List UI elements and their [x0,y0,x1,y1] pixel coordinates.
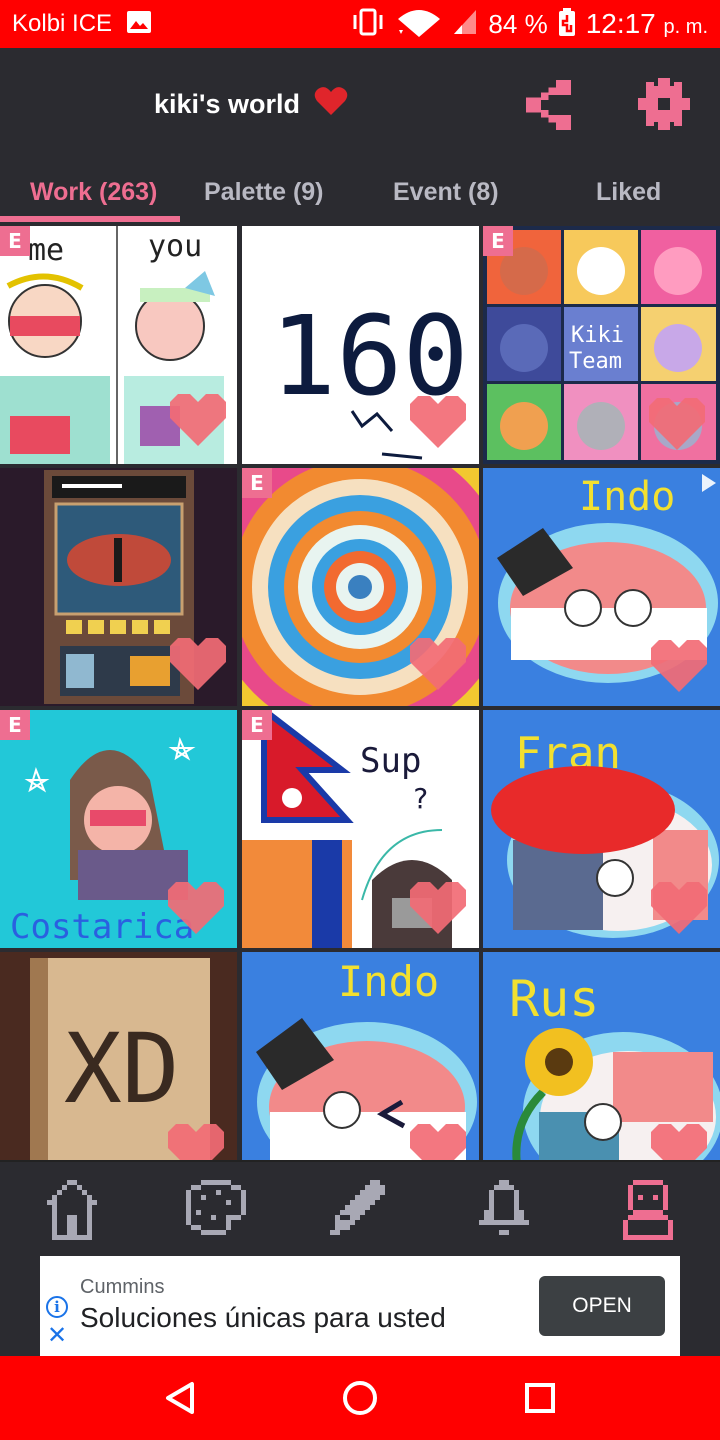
ad-headline: Soluciones únicas para usted [80,1302,446,1333]
artwork-text: Indo [338,957,439,1006]
share-button[interactable] [526,80,576,130]
palette-icon [186,1180,246,1235]
artwork-text-me: me [28,233,64,268]
recents-icon [525,1383,555,1413]
ad-advertiser: Cummins [80,1276,165,1298]
status-bar: Kolbi ICE 84 % 12:17 p. m. [0,0,720,48]
artwork-text: Rus [509,970,599,1028]
event-badge: E [0,710,30,740]
tab-label: Palette [204,178,286,206]
battery-percent: 84 % [488,8,548,39]
artwork-tile[interactable]: Rus [483,952,720,1160]
artwork-tile[interactable]: XD [0,952,237,1160]
ad-banner-container: i ✕ Cummins Soluciones únicas para usted… [0,1256,720,1356]
pencil-icon [330,1180,385,1235]
like-heart-icon[interactable] [410,882,466,934]
tab-label: Event [393,178,462,206]
artwork-tile[interactable] [0,468,237,706]
gear-icon [638,78,690,130]
tab-palette[interactable]: Palette (9) [204,178,324,207]
battery-charging-icon [558,7,576,41]
bell-icon [479,1180,529,1235]
nav-draw-button[interactable] [330,1180,390,1240]
artwork-tile[interactable]: Kiki Team E [483,226,720,464]
tab-liked[interactable]: Liked [596,178,661,207]
clock: 12:17 p. m. [586,8,708,40]
artwork-text-team: Team [569,349,622,374]
event-badge: E [242,710,272,740]
nav-notifications-button[interactable] [474,1180,534,1240]
artwork-tile[interactable]: E [242,468,479,706]
image-icon [126,10,152,39]
artwork-text-question: ? [412,782,429,815]
carrier-name: Kolbi ICE [12,10,113,37]
artwork-tile[interactable]: Fran [483,710,720,948]
system-back-button[interactable] [160,1378,200,1418]
like-heart-icon[interactable] [651,640,707,692]
heart-icon [314,86,348,123]
back-icon [166,1382,194,1414]
tab-event[interactable]: Event (8) [393,178,499,207]
like-heart-icon[interactable] [170,638,226,690]
artwork-text: XD [64,1013,180,1125]
system-navigation-bar [0,1356,720,1440]
event-badge: E [0,226,30,256]
play-icon [702,474,716,492]
profile-icon [623,1180,673,1240]
tab-label: Work [30,178,93,206]
home-icon [47,1180,97,1240]
bottom-navigation [0,1160,720,1256]
artwork-text: Indo [579,474,675,520]
artwork-tile[interactable]: Indo [483,468,720,706]
artwork-tile[interactable]: Indo [242,952,479,1160]
close-icon[interactable]: ✕ [46,1324,68,1348]
like-heart-icon[interactable] [649,398,705,450]
artwork-tile[interactable]: Costarica E [0,710,237,948]
system-home-button[interactable] [340,1378,380,1418]
home-circle-icon [343,1381,377,1415]
artwork-text-kiki: Kiki [571,323,624,348]
profile-header: kiki's world [0,48,720,164]
vibrate-icon [350,8,386,41]
like-heart-icon[interactable] [168,1124,224,1160]
like-heart-icon[interactable] [651,882,707,934]
event-badge: E [242,468,272,498]
cellular-signal-icon [452,8,478,41]
nav-palette-button[interactable] [186,1180,246,1240]
info-icon[interactable]: i [46,1296,68,1318]
wifi-icon [396,7,442,42]
event-badge: E [483,226,513,256]
artwork-text-sup: Sup [360,741,421,781]
artwork-grid: me you E 160 Kiki Team E E Indo Costaric… [0,226,720,1160]
settings-button[interactable] [638,78,690,130]
active-tab-indicator [0,216,180,222]
tab-count: (263) [99,178,158,206]
tab-work[interactable]: Work (263) [30,178,157,207]
clock-time: 12:17 [585,8,656,39]
share-icon [526,80,571,130]
page-title: kiki's world [154,86,348,123]
like-heart-icon[interactable] [410,1124,466,1160]
profile-name: kiki's world [154,89,300,119]
clock-ampm: p. m. [663,16,708,38]
artwork-tile[interactable]: me you E [0,226,237,464]
like-heart-icon[interactable] [410,638,466,690]
tab-bar: Work (263) Palette (9) Event (8) Liked [0,164,720,224]
tab-label: Liked [596,178,662,206]
ad-banner[interactable]: i ✕ Cummins Soluciones únicas para usted… [40,1256,680,1356]
like-heart-icon[interactable] [168,882,224,934]
nav-profile-button[interactable] [618,1180,678,1240]
tab-count: (8) [468,178,499,206]
artwork-tile[interactable]: Sup ? E [242,710,479,948]
artwork-text-you: you [148,229,202,264]
like-heart-icon[interactable] [651,1124,707,1160]
artwork-tile[interactable]: 160 [242,226,479,464]
system-recents-button[interactable] [520,1378,560,1418]
like-heart-icon[interactable] [170,394,226,446]
tab-count: (9) [292,178,324,206]
artwork-text: Costarica [10,907,194,947]
like-heart-icon[interactable] [410,396,466,448]
ad-open-button[interactable]: OPEN [539,1276,665,1336]
nav-home-button[interactable] [42,1180,102,1240]
